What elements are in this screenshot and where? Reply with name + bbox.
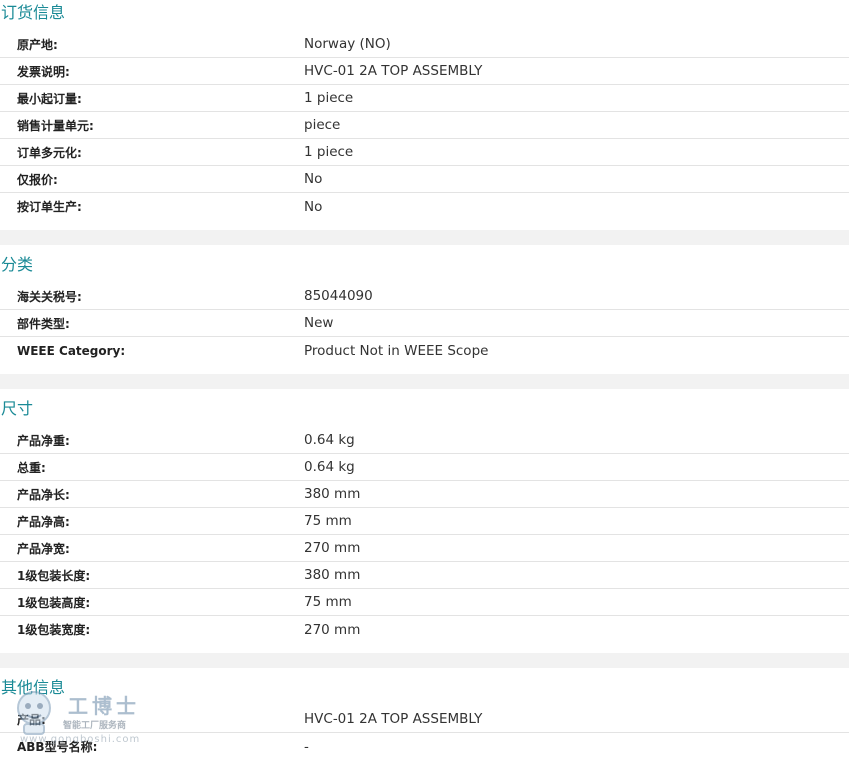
table-row: 产品净重: 0.64 kg (0, 427, 849, 454)
row-value: No (304, 171, 323, 187)
row-label: 产品净重: (17, 433, 70, 448)
table-row: 订单多元化: 1 piece (0, 139, 849, 166)
row-value: 75 mm (304, 594, 352, 610)
row-label: 原产地: (17, 37, 58, 52)
table-row: 产品净高: 75 mm (0, 508, 849, 535)
row-value: 1 piece (304, 90, 354, 106)
row-label: 销售计量单元: (17, 118, 94, 133)
table-row: 部件类型: New (0, 310, 849, 337)
row-label: 海关关税号: (17, 289, 82, 304)
row-label: 产品净高: (17, 514, 70, 529)
watermark-brand: 工博士 (68, 694, 140, 718)
table-row: 按订单生产: No (0, 193, 849, 220)
section-divider-band (0, 230, 849, 245)
section-title: 分类 (1, 255, 34, 274)
row-label: 部件类型: (17, 316, 70, 331)
row-value: 380 mm (304, 567, 361, 583)
table-row: 1级包装高度: 75 mm (0, 589, 849, 616)
row-value: Product Not in WEEE Scope (304, 342, 489, 359)
table-row: 发票说明: HVC-01 2A TOP ASSEMBLY (0, 58, 849, 85)
row-label: 1级包装高度: (17, 595, 91, 610)
table-row: 产品净长: 380 mm (0, 481, 849, 508)
product-details-page: 订货信息 原产地: Norway (NO) 发票说明: HVC-01 2A TO… (0, 0, 849, 761)
section-divider-band (0, 653, 849, 668)
row-label: 最小起订量: (17, 91, 82, 106)
row-label: WEEE Category: (17, 343, 126, 358)
row-value: 270 mm (304, 540, 361, 556)
row-value: HVC-01 2A TOP ASSEMBLY (304, 63, 483, 79)
row-label: 仅报价: (17, 172, 58, 187)
row-label: 1级包装宽度: (17, 623, 91, 637)
row-value: 1 piece (304, 144, 354, 160)
watermark: 工博士 智能工厂服务商 www.gongboshi.com (8, 688, 158, 750)
watermark-tagline: 智能工厂服务商 (63, 721, 127, 731)
row-value: HVC-01 2A TOP ASSEMBLY (304, 711, 483, 727)
ordering-info-table: 原产地: Norway (NO) 发票说明: HVC-01 2A TOP ASS… (0, 31, 849, 220)
row-label: 1级包装长度: (17, 568, 91, 583)
table-row: 原产地: Norway (NO) (0, 31, 849, 58)
row-value: 0.64 kg (304, 459, 355, 475)
table-row: 产品净宽: 270 mm (0, 535, 849, 562)
table-row: 最小起订量: 1 piece (0, 85, 849, 112)
row-label: 按订单生产: (17, 200, 82, 214)
robot-mascot-icon (17, 691, 51, 735)
row-label: 产品净长: (17, 487, 70, 502)
row-label: 产品净宽: (17, 541, 70, 556)
dimensions-table: 产品净重: 0.64 kg 总重: 0.64 kg 产品净长: 380 mm 产… (0, 427, 849, 643)
table-row: 海关关税号: 85044090 (0, 283, 849, 310)
row-value: 380 mm (304, 486, 361, 502)
row-label: 总重: (17, 460, 46, 475)
row-label: 订单多元化: (17, 145, 82, 160)
row-value: 0.64 kg (304, 432, 355, 448)
row-value: 85044090 (304, 288, 373, 304)
row-value: piece (304, 117, 341, 133)
section-divider-band (0, 374, 849, 389)
table-row: WEEE Category: Product Not in WEEE Scope (0, 337, 849, 364)
table-row: 1级包装宽度: 270 mm (0, 616, 849, 643)
row-value: - (304, 738, 309, 755)
row-value: No (304, 198, 323, 215)
table-row: 销售计量单元: piece (0, 112, 849, 139)
table-row: 总重: 0.64 kg (0, 454, 849, 481)
table-row: 仅报价: No (0, 166, 849, 193)
watermark-url: www.gongboshi.com (20, 734, 141, 745)
row-label: 发票说明: (17, 64, 70, 79)
row-value: 75 mm (304, 513, 352, 529)
section-title: 尺寸 (1, 399, 34, 418)
row-value: 270 mm (304, 621, 361, 638)
row-value: Norway (NO) (304, 36, 391, 52)
classification-table: 海关关税号: 85044090 部件类型: New WEEE Category:… (0, 283, 849, 364)
table-row: 1级包装长度: 380 mm (0, 562, 849, 589)
section-title: 订货信息 (1, 3, 66, 22)
row-value: New (304, 315, 334, 331)
